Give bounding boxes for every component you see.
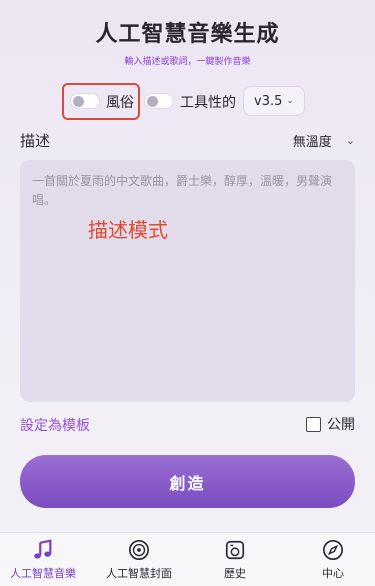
- mode-controls: 風俗 工具性的 v3.5 ⌄: [0, 83, 375, 120]
- compass-icon: [323, 540, 343, 560]
- version-value: v3.5: [254, 93, 283, 109]
- mood-value: 無溫度: [292, 135, 332, 150]
- description-placeholder: 一首關於夏雨的中文歌曲，爵士樂，醇厚，溫暖，男聲演唱。: [32, 174, 333, 207]
- nav-item-ai-music[interactable]: 人工智慧音樂: [0, 539, 88, 581]
- bottom-nav: 人工智慧音樂 人工智慧封面 歷史 中心: [0, 532, 375, 586]
- page-title: 人工智慧音樂生成: [95, 22, 280, 47]
- version-select[interactable]: v3.5 ⌄: [243, 86, 305, 116]
- style-toggle-label: 風俗: [106, 95, 134, 111]
- nav-item-center[interactable]: 中心: [288, 539, 375, 581]
- public-option[interactable]: 公開: [306, 414, 355, 434]
- nav-label: 人工智慧音樂: [10, 567, 76, 580]
- chevron-down-icon: ⌄: [345, 134, 355, 147]
- page-subtitle: 輸入描述或歌詞，一鍵製作音樂: [124, 57, 251, 67]
- description-label: 描述: [20, 132, 51, 150]
- mood-select[interactable]: 無溫度 ⌄: [293, 131, 355, 150]
- instrumental-toggle-label: 工具性的: [180, 95, 236, 111]
- disc-icon: [129, 540, 149, 560]
- header: 人工智慧音樂生成 輸入描述或歌詞，一鍵製作音樂: [0, 16, 375, 67]
- template-row: 設定為模板 公開: [20, 414, 355, 434]
- set-template-link[interactable]: 設定為模板: [20, 415, 90, 435]
- history-icon: [225, 540, 245, 560]
- toggle-knob: [147, 96, 158, 107]
- nav-item-ai-cover[interactable]: 人工智慧封面: [94, 539, 184, 581]
- description-input[interactable]: 一首關於夏雨的中文歌曲，爵士樂，醇厚，溫暖，男聲演唱。 描述模式: [20, 160, 355, 402]
- nav-label: 歷史: [224, 567, 246, 580]
- nav-item-history[interactable]: 歷史: [190, 539, 280, 581]
- mode-annotation-label: 描述模式: [88, 218, 168, 242]
- public-checkbox[interactable]: [306, 416, 321, 432]
- toggle-knob: [73, 96, 84, 107]
- music-note-icon: [34, 539, 52, 559]
- nav-label: 中心: [322, 567, 344, 580]
- description-header: 描述 無溫度 ⌄: [20, 130, 355, 150]
- public-label: 公開: [327, 417, 355, 433]
- create-button[interactable]: 創造: [20, 455, 355, 508]
- chevron-down-icon: ⌄: [286, 96, 294, 106]
- nav-label: 人工智慧封面: [106, 567, 172, 580]
- style-toggle[interactable]: [70, 93, 100, 109]
- instrumental-toggle[interactable]: [144, 93, 174, 109]
